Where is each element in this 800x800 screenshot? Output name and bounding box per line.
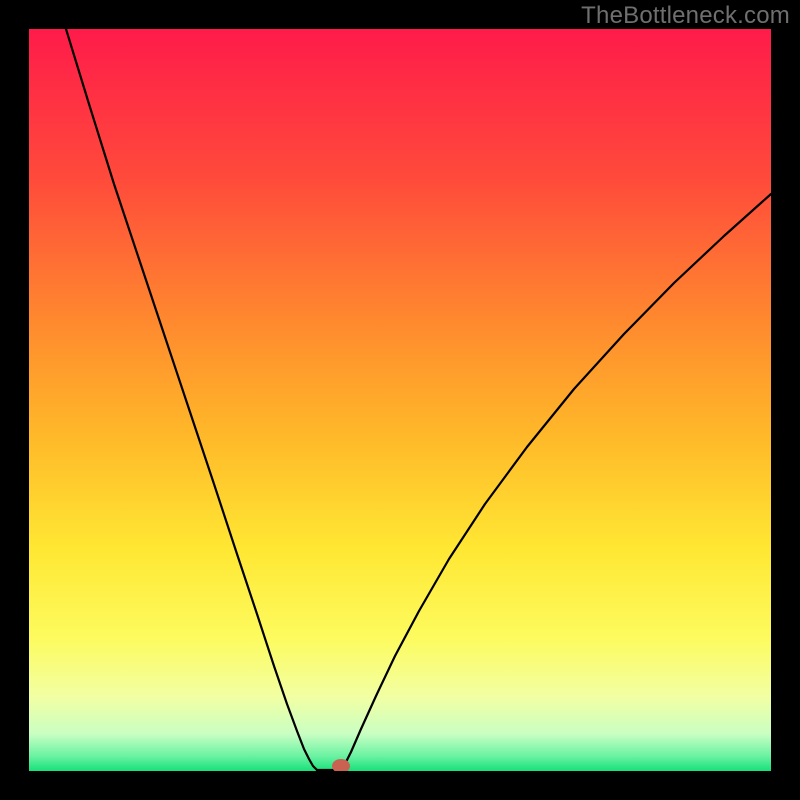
plot-area xyxy=(29,29,771,771)
chart-container: TheBottleneck.com xyxy=(0,0,800,800)
chart-svg xyxy=(29,29,771,771)
plot-background xyxy=(29,29,771,771)
watermark-text: TheBottleneck.com xyxy=(581,2,790,30)
